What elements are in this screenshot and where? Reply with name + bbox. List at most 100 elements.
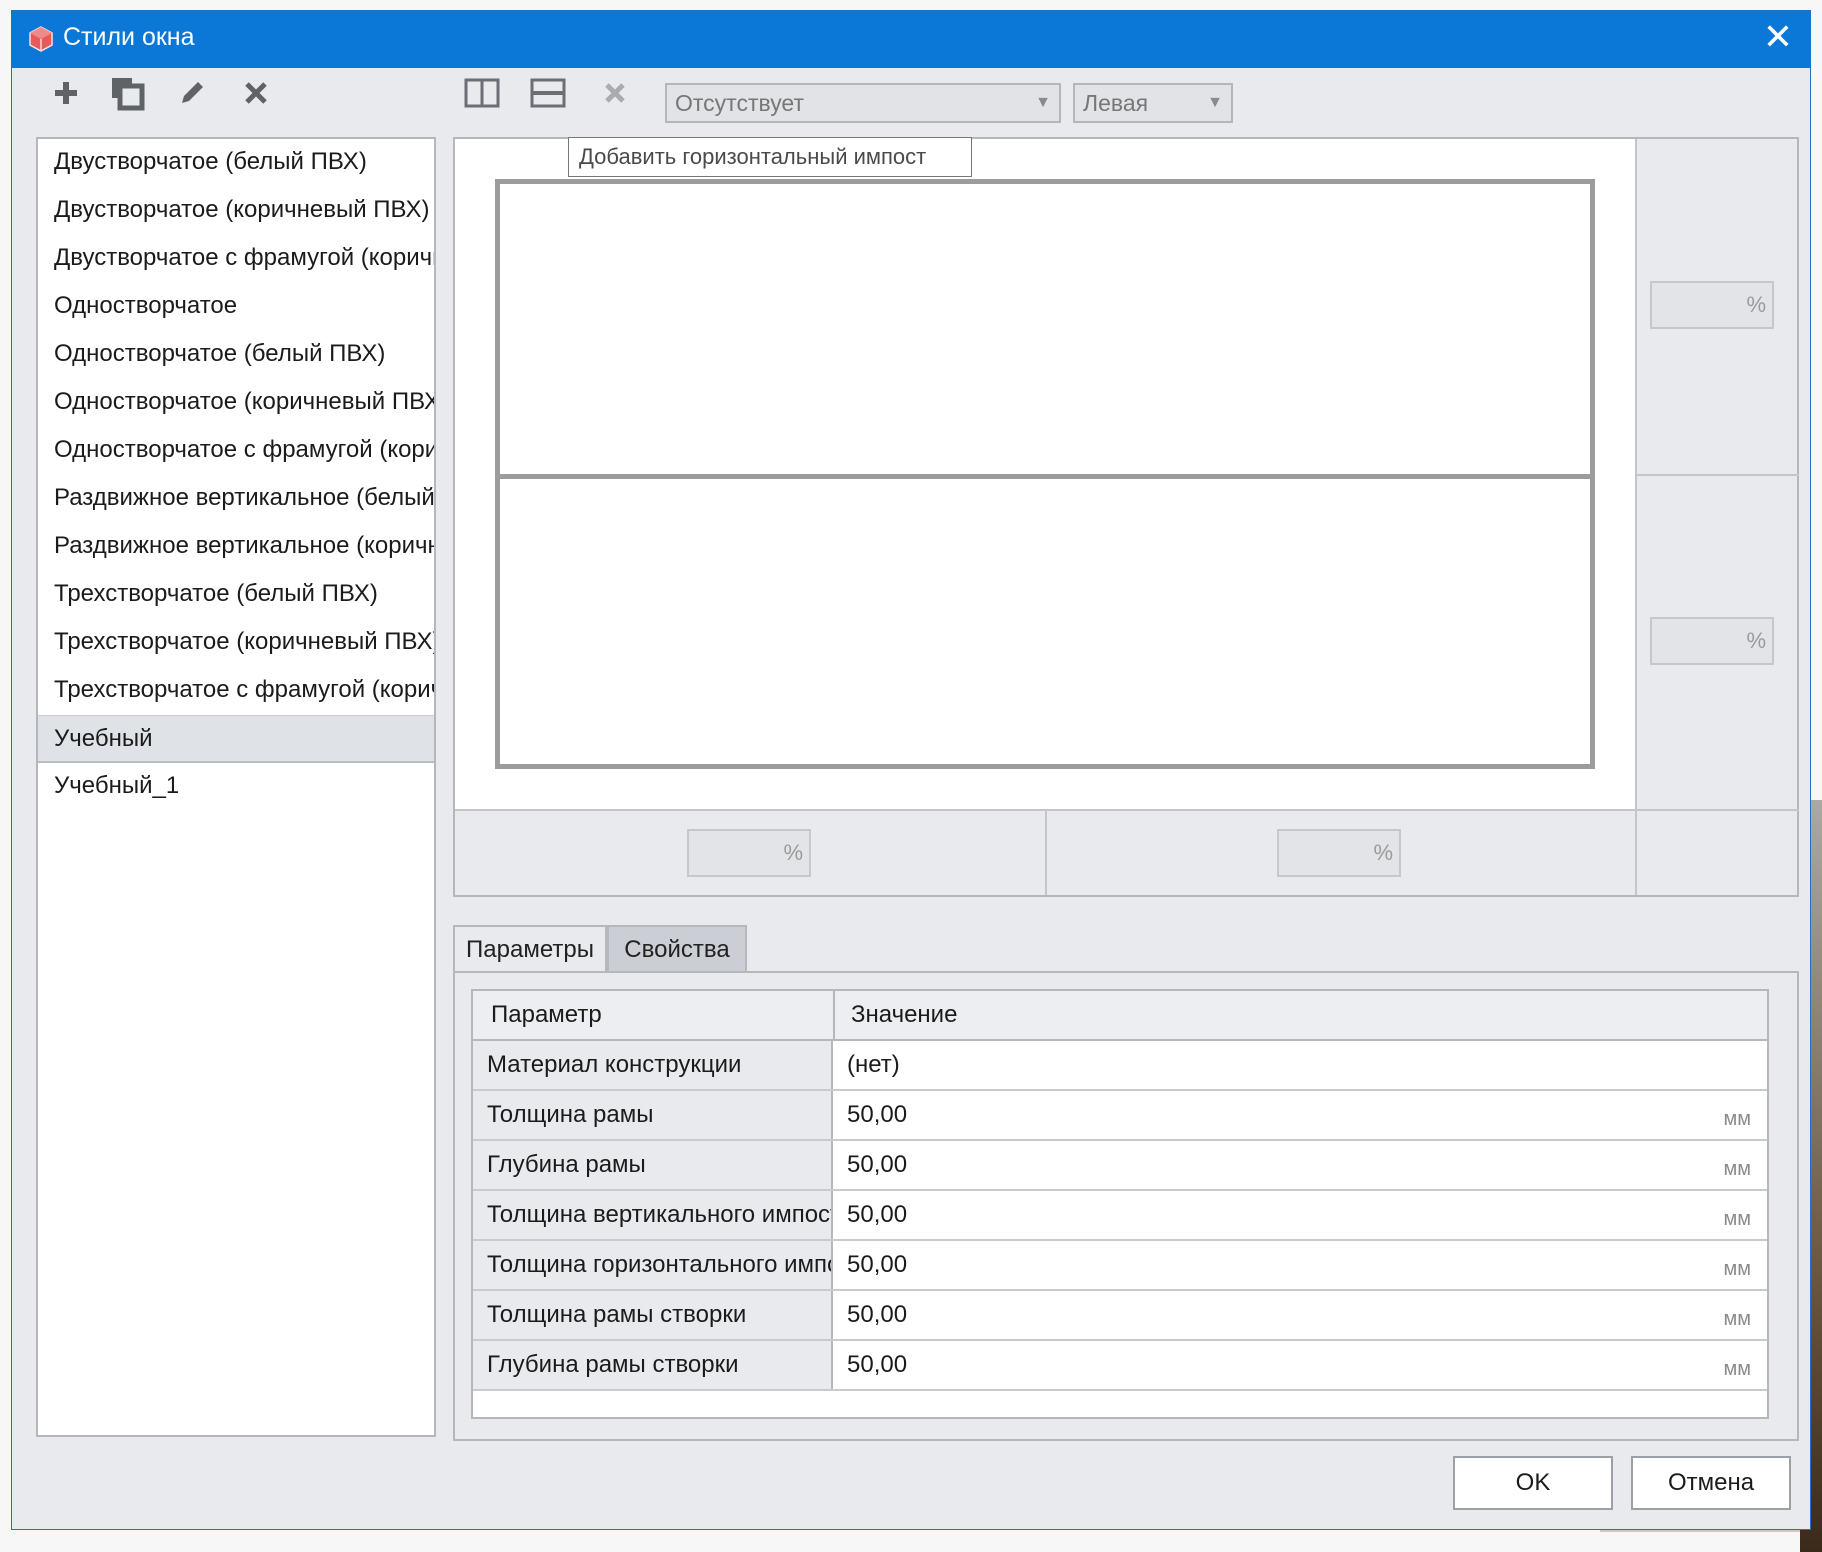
cancel-button[interactable]: Отмена: [1631, 1456, 1791, 1510]
parameter-value[interactable]: 50,00: [847, 1341, 907, 1389]
list-item[interactable]: Двустворчатое (коричневый ПВХ): [38, 187, 434, 235]
list-item-label: Одностворчатое (коричневый ПВХ): [54, 388, 434, 415]
edit-icon[interactable]: [172, 73, 212, 113]
list-item[interactable]: Одностворчатое (коричневый ПВХ): [38, 379, 434, 427]
parameter-unit: мм: [1723, 1258, 1752, 1280]
parameter-name: Глубина рамы: [473, 1141, 833, 1189]
title-bar: Стили окна ✕: [12, 11, 1810, 68]
table-row[interactable]: Толщина рамы створки 50,00 мм: [473, 1291, 1767, 1341]
side-select[interactable]: Левая ▼: [1073, 83, 1233, 123]
list-item-selected[interactable]: Учебный: [38, 715, 434, 763]
parameter-name: Глубина рамы створки: [473, 1341, 833, 1389]
list-item-label: Одностворчатое (белый ПВХ): [54, 340, 386, 367]
window-style-list[interactable]: Двустворчатое (белый ПВХ) Двустворчатое …: [36, 137, 436, 1437]
bottom-section-percent-input[interactable]: %: [1650, 617, 1774, 665]
parameter-name: Толщина горизонтального импоста: [473, 1241, 833, 1289]
parameter-name: Толщина рамы створки: [473, 1291, 833, 1339]
table-header: Параметр Значение: [473, 991, 1767, 1041]
parameter-name: Материал конструкции: [473, 1041, 833, 1089]
top-section-percent-input[interactable]: %: [1650, 281, 1774, 329]
list-item[interactable]: Одностворчатое: [38, 283, 434, 331]
parameters-panel: Параметр Значение Материал конструкции (…: [453, 971, 1799, 1441]
list-item-label: Одностворчатое: [54, 292, 238, 319]
list-item-label: Двустворчатое (белый ПВХ): [54, 148, 367, 175]
divider: [1045, 809, 1047, 895]
list-item[interactable]: Трехстворчатое (коричневый ПВХ): [38, 619, 434, 667]
opening-type-value: Отсутствует: [675, 90, 804, 116]
ok-button[interactable]: OK: [1453, 1456, 1613, 1510]
side-value: Левая: [1083, 90, 1149, 116]
opening-type-select[interactable]: Отсутствует ▼: [665, 83, 1061, 123]
parameter-value[interactable]: 50,00: [847, 1191, 907, 1239]
chevron-down-icon: ▼: [1207, 94, 1223, 111]
table-row[interactable]: Толщина горизонтального импоста 50,00 мм: [473, 1241, 1767, 1291]
table-row[interactable]: Глубина рамы створки 50,00 мм: [473, 1341, 1767, 1391]
remove-mullion-icon[interactable]: [595, 73, 635, 113]
tab-label: Параметры: [466, 936, 594, 963]
parameter-unit: мм: [1723, 1158, 1752, 1180]
list-item[interactable]: Двустворчатое (белый ПВХ): [38, 139, 434, 187]
list-item-label: Трехстворчатое (коричневый ПВХ): [54, 628, 434, 655]
table-row[interactable]: Глубина рамы 50,00 мм: [473, 1141, 1767, 1191]
percent-unit: %: [1746, 292, 1766, 317]
close-icon: ✕: [1762, 16, 1794, 57]
background-line: [1600, 1530, 1800, 1532]
list-item-label: Раздвижное вертикальное (белый ПВХ): [54, 484, 434, 511]
list-item[interactable]: Двустворчатое с фрамугой (коричневый ПВХ…: [38, 235, 434, 283]
list-item-label: Учебный: [54, 725, 153, 752]
app-logo-icon: [29, 26, 53, 52]
table-row[interactable]: Толщина рамы 50,00 мм: [473, 1091, 1767, 1141]
parameter-value[interactable]: 50,00: [847, 1091, 907, 1139]
add-icon[interactable]: [46, 73, 86, 113]
copy-icon[interactable]: [107, 73, 147, 113]
list-item[interactable]: Раздвижное вертикальное (белый ПВХ): [38, 475, 434, 523]
list-item[interactable]: Трехстворчатое с фрамугой (коричневый ПВ…: [38, 667, 434, 715]
right-section-percent-input[interactable]: %: [1277, 829, 1401, 877]
parameter-name: Толщина рамы: [473, 1091, 833, 1139]
list-item[interactable]: Трехстворчатое (белый ПВХ): [38, 571, 434, 619]
parameter-unit: мм: [1723, 1108, 1752, 1130]
table-row[interactable]: Толщина вертикального импоста 50,00 мм: [473, 1191, 1767, 1241]
window-styles-dialog: Стили окна ✕ Отсутствует ▼ Левая ▼ Двуст…: [11, 10, 1811, 1530]
list-item[interactable]: Одностворчатое (белый ПВХ): [38, 331, 434, 379]
parameters-table: Параметр Значение Материал конструкции (…: [471, 989, 1769, 1419]
parameter-unit: мм: [1723, 1358, 1752, 1380]
parameter-value[interactable]: 50,00: [847, 1241, 907, 1289]
list-item-label: Раздвижное вертикальное (коричневый ПВХ): [54, 532, 434, 559]
close-button[interactable]: ✕: [1746, 11, 1810, 68]
preview-canvas[interactable]: [455, 139, 1635, 809]
window-title: Стили окна: [63, 23, 195, 51]
list-item-label: Одностворчатое с фрамугой (коричневый ПВ…: [54, 436, 434, 463]
list-item-label: Трехстворчатое (белый ПВХ): [54, 580, 378, 607]
divider: [455, 809, 1799, 811]
chevron-down-icon: ▼: [1035, 94, 1051, 111]
left-section-percent-input[interactable]: %: [687, 829, 811, 877]
horizontal-mullion-icon[interactable]: [528, 73, 568, 113]
column-divider: [833, 991, 835, 1039]
list-item-label: Двустворчатое (коричневый ПВХ): [54, 196, 430, 223]
list-item[interactable]: Раздвижное вертикальное (коричневый ПВХ): [38, 523, 434, 571]
list-item[interactable]: Одностворчатое с фрамугой (коричневый ПВ…: [38, 427, 434, 475]
vertical-mullion-icon[interactable]: [462, 73, 502, 113]
tooltip: Добавить горизонтальный импост: [568, 137, 972, 177]
tab-parameters[interactable]: Параметры: [453, 925, 607, 973]
percent-unit: %: [1373, 840, 1393, 865]
list-item-label: Двустворчатое с фрамугой (коричневый ПВХ…: [54, 244, 434, 271]
tab-label: Свойства: [624, 936, 730, 963]
parameter-value[interactable]: 50,00: [847, 1141, 907, 1189]
parameter-unit: мм: [1723, 1208, 1752, 1230]
parameter-value[interactable]: (нет): [847, 1041, 900, 1089]
parameter-unit: мм: [1723, 1308, 1752, 1330]
parameter-value[interactable]: 50,00: [847, 1291, 907, 1339]
column-header-parameter[interactable]: Параметр: [491, 991, 602, 1039]
table-row[interactable]: Материал конструкции (нет): [473, 1041, 1767, 1091]
window-preview-panel: % % % %: [453, 137, 1799, 897]
delete-icon[interactable]: [236, 73, 276, 113]
list-item[interactable]: Учебный_1: [38, 763, 434, 811]
percent-unit: %: [1746, 628, 1766, 653]
window-frame-drawing[interactable]: [495, 179, 1595, 769]
column-header-value[interactable]: Значение: [851, 991, 957, 1039]
percent-unit: %: [783, 840, 803, 865]
horizontal-mullion-line[interactable]: [500, 474, 1590, 479]
tab-properties[interactable]: Свойства: [607, 925, 747, 973]
